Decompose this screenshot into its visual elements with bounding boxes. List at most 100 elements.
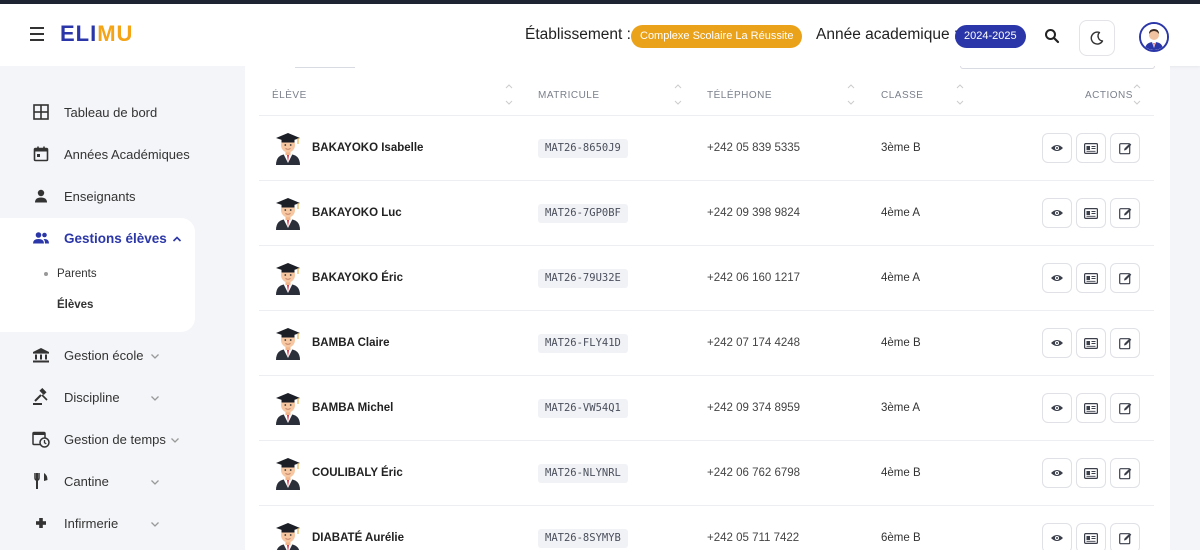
edit-icon (1118, 142, 1131, 154)
theme-toggle-button[interactable] (1079, 20, 1115, 56)
plus-icon (32, 514, 50, 532)
search-icon[interactable] (1040, 24, 1064, 48)
dashboard-icon (32, 103, 50, 121)
view-button[interactable] (1042, 393, 1072, 423)
column-header-telephone[interactable]: TÉLÉPHONE (707, 90, 772, 101)
view-button[interactable] (1042, 328, 1072, 358)
sort-icon[interactable] (1132, 82, 1142, 108)
id-card-button[interactable] (1076, 523, 1106, 550)
phone-number: +242 05 839 5335 (707, 142, 801, 154)
sidebar-subitem-parents[interactable]: Parents (44, 268, 97, 280)
edit-icon (1118, 207, 1131, 219)
group-icon (32, 229, 50, 247)
column-header-matricule[interactable]: MATRICULE (538, 90, 600, 101)
id-card-button[interactable] (1076, 328, 1106, 358)
edit-button[interactable] (1110, 328, 1140, 358)
eye-icon (1051, 145, 1063, 151)
sidebar-item-tableau-de-bord[interactable]: Tableau de bord (0, 91, 195, 133)
student-avatar (276, 198, 300, 230)
top-header: ELIMU Établissement : Complexe Scolaire … (0, 4, 1200, 66)
student-name[interactable]: BAKAYOKO Éric (312, 272, 403, 284)
eye-icon (1051, 210, 1063, 216)
id-card-button[interactable] (1076, 133, 1106, 163)
sidebar-item-gestion-ecole[interactable]: Gestion école (0, 334, 195, 376)
sidebar-item-label: Discipline (64, 389, 120, 405)
column-header-classe[interactable]: CLASSE (881, 90, 923, 101)
class-name: 4ème B (881, 467, 921, 479)
id-card-icon (1084, 337, 1098, 349)
annee-badge: 2024-2025 (955, 25, 1026, 48)
sidebar-item-cantine[interactable]: Cantine (0, 460, 195, 502)
table-row[interactable]: BAKAYOKO Éric MAT26-79U32E +242 06 160 1… (259, 246, 1154, 311)
student-name[interactable]: BAKAYOKO Luc (312, 207, 402, 219)
sidebar-item-discipline[interactable]: Discipline (0, 376, 195, 418)
edit-button[interactable] (1110, 133, 1140, 163)
table-row[interactable]: COULIBALY Éric MAT26-NLYNRL +242 06 762 … (259, 441, 1154, 506)
student-name[interactable]: DIABATÉ Aurélie (312, 532, 404, 544)
student-name[interactable]: BAMBA Michel (312, 402, 393, 414)
id-card-button[interactable] (1076, 393, 1106, 423)
sort-icon[interactable] (504, 82, 514, 108)
edit-button[interactable] (1110, 458, 1140, 488)
view-button[interactable] (1042, 458, 1072, 488)
sort-icon[interactable] (846, 82, 856, 108)
chevron-down-icon (149, 349, 161, 361)
chevron-up-icon (171, 232, 183, 244)
sidebar-item-annees-academiques[interactable]: Années Académiques (0, 133, 195, 175)
id-card-button[interactable] (1076, 198, 1106, 228)
view-button[interactable] (1042, 198, 1072, 228)
table-search-input[interactable] (960, 66, 1155, 69)
id-card-icon (1084, 207, 1098, 219)
matricule-code: MAT26-7GP0BF (538, 204, 628, 223)
sidebar-item-label: Gestions élèves (64, 230, 167, 246)
edit-icon (1118, 402, 1131, 414)
sidebar: Tableau de bord Années Académiques Ensei… (0, 66, 245, 550)
eye-icon (1051, 405, 1063, 411)
id-card-icon (1084, 532, 1098, 544)
id-card-button[interactable] (1076, 263, 1106, 293)
edit-button[interactable] (1110, 393, 1140, 423)
view-button[interactable] (1042, 263, 1072, 293)
table-row[interactable]: BAMBA Claire MAT26-FLY41D +242 07 174 42… (259, 311, 1154, 376)
student-avatar (276, 458, 300, 490)
table-row[interactable]: BAMBA Michel MAT26-VW54Q1 +242 09 374 89… (259, 376, 1154, 441)
phone-number: +242 07 174 4248 (707, 337, 801, 349)
phone-number: +242 05 711 7422 (707, 532, 800, 544)
view-button[interactable] (1042, 133, 1072, 163)
annee-label: Année academique : (816, 26, 959, 43)
eye-icon (1051, 340, 1063, 346)
sidebar-item-gestion-de-temps[interactable]: Gestion de temps (0, 418, 195, 460)
edit-button[interactable] (1110, 523, 1140, 550)
calendar-icon (32, 145, 50, 163)
table-row[interactable]: BAKAYOKO Isabelle MAT26-8650J9 +242 05 8… (259, 116, 1154, 181)
table-row[interactable]: DIABATÉ Aurélie MAT26-8SYMYB +242 05 711… (259, 506, 1154, 550)
student-name[interactable]: COULIBALY Éric (312, 467, 403, 479)
sidebar-subitem-eleves[interactable]: Élèves (57, 299, 93, 311)
class-name: 4ème B (881, 337, 921, 349)
user-avatar[interactable] (1139, 22, 1169, 52)
student-name[interactable]: BAKAYOKO Isabelle (312, 142, 423, 154)
edit-button[interactable] (1110, 198, 1140, 228)
column-header-eleve[interactable]: ÉLÈVE (272, 90, 307, 101)
sidebar-item-enseignants[interactable]: Enseignants (0, 175, 195, 217)
person-icon (32, 187, 50, 205)
subitem-label: Parents (57, 268, 97, 280)
student-name[interactable]: BAMBA Claire (312, 337, 390, 349)
page-length-select[interactable] (295, 66, 355, 68)
sidebar-item-gestions-eleves[interactable]: Gestions élèves (0, 217, 195, 259)
edit-button[interactable] (1110, 263, 1140, 293)
class-name: 3ème A (881, 402, 920, 414)
matricule-code: MAT26-NLYNRL (538, 464, 628, 483)
table-row[interactable]: BAKAYOKO Luc MAT26-7GP0BF +242 09 398 98… (259, 181, 1154, 246)
sidebar-item-infirmerie[interactable]: Infirmerie (0, 502, 195, 544)
id-card-icon (1084, 467, 1098, 479)
sort-icon[interactable] (955, 82, 965, 108)
menu-icon[interactable] (30, 27, 46, 41)
student-avatar (276, 133, 300, 165)
sort-icon[interactable] (673, 82, 683, 108)
view-button[interactable] (1042, 523, 1072, 550)
id-card-button[interactable] (1076, 458, 1106, 488)
bullet-dot (44, 271, 48, 276)
edit-icon (1118, 337, 1131, 349)
app-logo[interactable]: ELIMU (60, 21, 133, 47)
